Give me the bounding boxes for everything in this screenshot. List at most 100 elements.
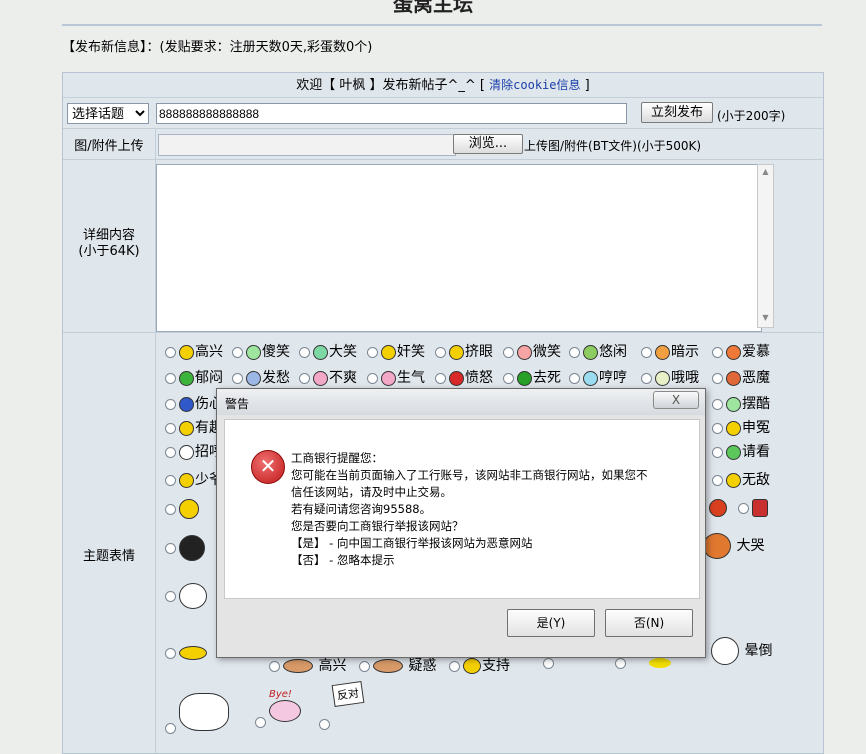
smiley-icon [726, 472, 741, 488]
emotion-option[interactable]: 不爽 [299, 367, 357, 387]
subject-input[interactable] [156, 103, 627, 124]
radio-icon[interactable] [712, 398, 723, 410]
subject-row: 选择话题 立刻发布 (小于200字) [63, 98, 823, 129]
emotion-option[interactable]: 疑惑 [359, 655, 436, 675]
emotion-option[interactable]: 奸笑 [367, 341, 425, 361]
radio-icon[interactable] [641, 372, 652, 384]
smiley-icon [517, 344, 532, 360]
radio-icon[interactable] [435, 372, 446, 384]
emotion-option[interactable]: 高兴 [165, 341, 223, 361]
emotion-option[interactable]: 大笑 [299, 341, 357, 361]
dizzy-icon [711, 637, 739, 665]
radio-icon[interactable] [503, 346, 514, 358]
radio-icon[interactable] [641, 346, 652, 358]
emotion-option[interactable]: 无敌 [712, 469, 770, 489]
emotion-option[interactable]: 请看 [712, 441, 770, 461]
radio-icon[interactable] [569, 372, 580, 384]
radio-icon[interactable] [165, 723, 176, 734]
emotion-option[interactable]: 有趣 [165, 417, 223, 437]
radio-icon[interactable] [712, 474, 723, 486]
emotion-option[interactable]: 摆酷 [712, 393, 770, 413]
radio-icon[interactable] [165, 474, 176, 486]
radio-icon[interactable] [299, 372, 310, 384]
radio-icon[interactable] [503, 372, 514, 384]
radio-icon[interactable] [165, 372, 176, 384]
radio-icon[interactable] [615, 657, 626, 669]
radio-icon[interactable] [449, 660, 460, 672]
radio-icon[interactable] [269, 660, 280, 672]
no-button[interactable]: 否(N) [605, 609, 693, 637]
radio-icon[interactable] [712, 422, 723, 434]
emotion-option[interactable]: 暗示 [641, 341, 699, 361]
emotion-option[interactable]: 哦哦 [641, 367, 699, 387]
content-textarea[interactable] [156, 164, 762, 332]
radio-icon[interactable] [165, 590, 176, 602]
emotion-option[interactable]: 申冤 [712, 417, 770, 437]
radio-icon[interactable] [712, 372, 723, 384]
emotion-option[interactable] [165, 583, 208, 609]
emotion-option[interactable]: 愤怒 [435, 367, 493, 387]
content-scrollbar[interactable]: ▲ ▼ [757, 164, 774, 328]
emotion-option[interactable]: 高兴 [269, 655, 346, 675]
topic-select[interactable]: 选择话题 [67, 103, 149, 124]
radio-icon[interactable] [569, 346, 580, 358]
emotion-option[interactable]: Bye! [255, 689, 302, 728]
radio-icon[interactable] [543, 657, 554, 669]
emotion-option[interactable]: 招呼 [165, 441, 223, 461]
emotion-option[interactable]: 恶魔 [712, 367, 770, 387]
emotion-option[interactable] [709, 499, 769, 517]
dialog-title-bar[interactable]: 警告 X [217, 389, 705, 415]
radio-icon[interactable] [165, 542, 176, 554]
radio-icon[interactable] [232, 346, 243, 358]
emotion-option[interactable]: 支持 [449, 655, 510, 675]
oppose-sign: 反对 [331, 681, 365, 707]
emotion-option[interactable]: 去死 [503, 367, 561, 387]
emotion-option[interactable] [165, 689, 230, 734]
emotion-option[interactable]: 伤心 [165, 393, 223, 413]
radio-icon[interactable] [738, 502, 749, 514]
radio-icon[interactable] [165, 503, 176, 515]
radio-icon[interactable] [319, 719, 330, 730]
upload-label-cell: 图/附件上传 [63, 129, 156, 159]
emotion-option[interactable]: 哼哼 [569, 367, 627, 387]
emotion-option[interactable]: 傻笑 [232, 341, 290, 361]
file-path-input[interactable] [158, 134, 456, 156]
bye-blob-icon [269, 700, 301, 722]
emotion-option[interactable] [165, 645, 208, 661]
emotion-option[interactable] [165, 535, 206, 561]
radio-icon[interactable] [165, 422, 176, 434]
emotion-option[interactable] [165, 499, 200, 519]
emotion-option[interactable]: 悠闲 [569, 341, 627, 361]
emotion-option[interactable]: 大哭 [703, 533, 764, 559]
radio-icon[interactable] [359, 660, 370, 672]
message-line: 若有疑问请您咨询95588。 [291, 502, 432, 516]
emotion-option[interactable]: 发愁 [232, 367, 290, 387]
radio-icon[interactable] [367, 372, 378, 384]
emotion-option[interactable]: 挤眼 [435, 341, 493, 361]
radio-icon[interactable] [435, 346, 446, 358]
radio-icon[interactable] [299, 346, 310, 358]
close-button[interactable]: X [653, 391, 699, 409]
radio-icon[interactable] [232, 372, 243, 384]
emotion-option[interactable]: 晕倒 [711, 637, 772, 665]
emotion-option[interactable]: 反对 [319, 681, 365, 730]
emotion-option[interactable]: 少爷 [165, 469, 223, 489]
radio-icon[interactable] [367, 346, 378, 358]
clear-cookie-link[interactable]: 清除cookie信息 [489, 78, 580, 92]
radio-icon[interactable] [165, 446, 176, 458]
emotion-option[interactable]: 微笑 [503, 341, 561, 361]
publish-button[interactable]: 立刻发布 [641, 102, 713, 123]
radio-icon[interactable] [165, 346, 176, 358]
browse-button[interactable]: 浏览... [453, 134, 523, 154]
emotion-option[interactable]: 生气 [367, 367, 425, 387]
radio-icon[interactable] [712, 446, 723, 458]
radio-icon[interactable] [165, 398, 176, 410]
smiley-icon [179, 472, 194, 488]
emotion-option[interactable]: 郁闷 [165, 367, 223, 387]
emotion-option[interactable]: 爱慕 [712, 341, 770, 361]
yes-button[interactable]: 是(Y) [507, 609, 595, 637]
radio-icon[interactable] [255, 717, 266, 728]
radio-icon[interactable] [712, 346, 723, 358]
radio-icon[interactable] [165, 647, 176, 659]
smiley-icon [726, 444, 741, 460]
